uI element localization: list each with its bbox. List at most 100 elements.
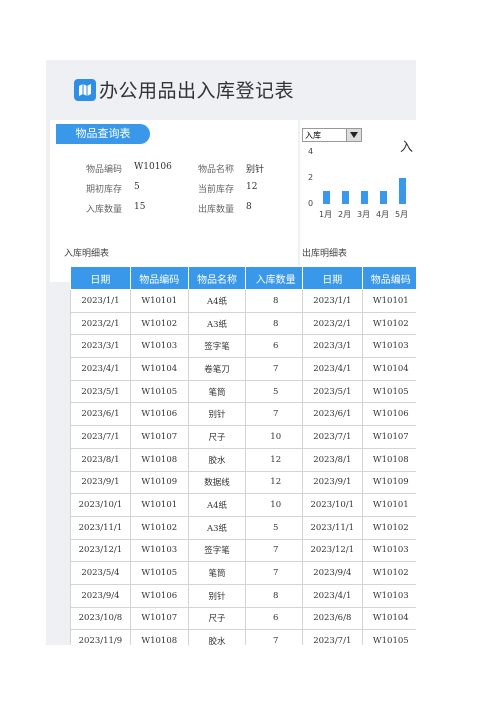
- table-cell[interactable]: W10101: [129, 289, 189, 313]
- table-cell[interactable]: 2023/10/1: [70, 493, 131, 517]
- table-cell[interactable]: 2023/7/1: [70, 425, 131, 449]
- table-cell[interactable]: 尺子: [187, 425, 247, 449]
- table-cell[interactable]: A3纸: [187, 311, 247, 336]
- table-cell[interactable]: 2023/8/1: [302, 447, 363, 472]
- table-cell[interactable]: 12: [245, 447, 306, 472]
- outbound-header: 日期 物品编码: [302, 266, 416, 290]
- table-cell[interactable]: 2023/5/1: [70, 379, 131, 404]
- table-cell[interactable]: 2023/10/8: [70, 606, 131, 631]
- table-cell[interactable]: W10104: [129, 357, 189, 381]
- table-cell[interactable]: 2023/2/1: [70, 311, 131, 336]
- table-cell[interactable]: 7: [245, 629, 306, 645]
- table-cell[interactable]: 尺子: [187, 606, 247, 631]
- table-cell[interactable]: 笔筒: [187, 379, 247, 404]
- table-cell[interactable]: 2023/4/1: [70, 357, 131, 381]
- table-cell[interactable]: 2023/5/4: [70, 561, 131, 585]
- table-cell[interactable]: 笔筒: [187, 561, 247, 585]
- table-cell[interactable]: 10: [245, 425, 306, 449]
- table-cell[interactable]: 2023/4/1: [302, 357, 363, 381]
- table-cell[interactable]: W10107: [129, 606, 189, 631]
- table-cell[interactable]: 2023/10/1: [302, 493, 363, 517]
- table-cell[interactable]: W10104: [361, 357, 416, 381]
- table-cell[interactable]: 2023/11/1: [70, 515, 131, 540]
- table-cell[interactable]: 6: [245, 606, 306, 631]
- table-cell[interactable]: W10102: [361, 311, 416, 336]
- table-cell[interactable]: 5: [245, 515, 306, 540]
- table-cell[interactable]: 12: [245, 470, 306, 495]
- table-cell[interactable]: 7: [245, 538, 306, 563]
- table-cell[interactable]: 2023/11/9: [70, 629, 131, 645]
- table-cell[interactable]: 2023/3/1: [70, 334, 131, 359]
- table-cell[interactable]: W10102: [361, 515, 416, 540]
- table-cell[interactable]: W10107: [129, 425, 189, 449]
- table-cell[interactable]: 2023/1/1: [70, 289, 131, 313]
- table-cell[interactable]: W10101: [361, 289, 416, 313]
- table-cell[interactable]: W10108: [361, 447, 416, 472]
- table-cell[interactable]: W10105: [361, 629, 416, 645]
- table-cell[interactable]: 2023/7/1: [302, 629, 363, 645]
- table-cell[interactable]: 签字笔: [187, 538, 247, 563]
- table-cell[interactable]: 胶水: [187, 629, 247, 645]
- table-cell[interactable]: 2023/12/1: [302, 538, 363, 563]
- table-cell[interactable]: 别针: [187, 583, 247, 608]
- table-cell[interactable]: W10109: [361, 470, 416, 495]
- table-cell[interactable]: 7: [245, 561, 306, 585]
- table-cell[interactable]: W10106: [129, 583, 189, 608]
- table-cell[interactable]: W10102: [129, 515, 189, 540]
- table-cell[interactable]: 2023/9/1: [302, 470, 363, 495]
- table-cell[interactable]: W10105: [361, 379, 416, 404]
- table-cell[interactable]: 7: [245, 357, 306, 381]
- table-cell[interactable]: W10105: [129, 379, 189, 404]
- table-cell[interactable]: W10106: [361, 402, 416, 427]
- table-cell[interactable]: A3纸: [187, 515, 247, 540]
- table-cell[interactable]: 6: [245, 334, 306, 359]
- table-cell[interactable]: 2023/9/4: [302, 561, 363, 585]
- table-cell[interactable]: 2023/5/1: [302, 379, 363, 404]
- table-cell[interactable]: W10103: [129, 538, 189, 563]
- table-cell[interactable]: 5: [245, 379, 306, 404]
- table-cell[interactable]: 2023/4/1: [302, 583, 363, 608]
- table-cell[interactable]: 卷笔刀: [187, 357, 247, 381]
- table-cell[interactable]: W10103: [361, 583, 416, 608]
- table-cell[interactable]: 2023/6/8: [302, 606, 363, 631]
- table-cell[interactable]: 2023/3/1: [302, 334, 363, 359]
- table-cell[interactable]: 数据线: [187, 470, 247, 495]
- table-cell[interactable]: 别针: [187, 402, 247, 427]
- table-cell[interactable]: W10109: [129, 470, 189, 495]
- table-cell[interactable]: 2023/1/1: [302, 289, 363, 313]
- table-cell[interactable]: 8: [245, 289, 306, 313]
- table-cell[interactable]: 10: [245, 493, 306, 517]
- type-dropdown[interactable]: 入库: [302, 128, 362, 142]
- table-cell[interactable]: W10104: [361, 606, 416, 631]
- table-cell[interactable]: W10103: [129, 334, 189, 359]
- table-cell[interactable]: W10102: [129, 311, 189, 336]
- table-cell[interactable]: 8: [245, 311, 306, 336]
- chevron-down-icon[interactable]: [346, 129, 361, 141]
- table-cell[interactable]: W10103: [361, 538, 416, 563]
- table-cell[interactable]: 2023/7/1: [302, 425, 363, 449]
- table-cell[interactable]: 2023/9/1: [70, 470, 131, 495]
- table-cell[interactable]: A4纸: [187, 493, 247, 517]
- table-cell[interactable]: W10108: [129, 447, 189, 472]
- table-cell[interactable]: W10108: [129, 629, 189, 645]
- table-cell[interactable]: 2023/6/1: [70, 402, 131, 427]
- table-cell[interactable]: W10106: [129, 402, 189, 427]
- table-cell[interactable]: 2023/9/4: [70, 583, 131, 608]
- table-cell[interactable]: 胶水: [187, 447, 247, 472]
- table-cell[interactable]: 2023/2/1: [302, 311, 363, 336]
- table-cell[interactable]: W10101: [129, 493, 189, 517]
- table-cell[interactable]: 8: [245, 583, 306, 608]
- table-cell[interactable]: W10105: [129, 561, 189, 585]
- table-cell[interactable]: 2023/8/1: [70, 447, 131, 472]
- table-cell[interactable]: 2023/12/1: [70, 538, 131, 563]
- table-cell[interactable]: 2023/11/1: [302, 515, 363, 540]
- table-cell[interactable]: W10102: [361, 561, 416, 585]
- code-value[interactable]: W10106: [134, 162, 172, 172]
- table-cell[interactable]: W10103: [361, 334, 416, 359]
- table-cell[interactable]: A4纸: [187, 289, 247, 313]
- table-cell[interactable]: 7: [245, 402, 306, 427]
- table-cell[interactable]: 2023/6/1: [302, 402, 363, 427]
- table-cell[interactable]: 签字笔: [187, 334, 247, 359]
- table-cell[interactable]: W10101: [361, 493, 416, 517]
- table-cell[interactable]: W10107: [361, 425, 416, 449]
